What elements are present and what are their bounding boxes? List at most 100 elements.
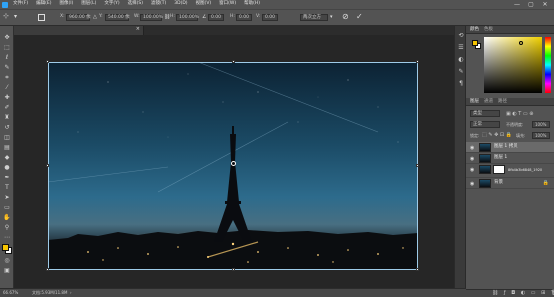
lock-icons[interactable]: ⬚ ✎ ✥ ⊡ 🔒 [482,133,512,138]
commit-icon[interactable]: ✓ [356,13,363,21]
menu-3d[interactable]: 3D(D) [174,2,187,7]
color-panel-foreground[interactable] [472,40,478,46]
menu-window[interactable]: 窗口(W) [219,2,236,7]
transform-handle-r[interactable] [416,164,419,167]
swatches-tab[interactable]: 色板 [484,27,493,33]
color-picker-field[interactable] [484,37,542,93]
document-tab[interactable]: paris 1245970_1920.jpg @ 66.7% (图层 1 拷贝,… [14,26,144,44]
menu-type[interactable]: 文字(Y) [104,2,119,7]
channels-tab[interactable]: 通道 [484,99,493,105]
status-arrow-icon[interactable]: › [70,291,72,295]
opacity-input[interactable]: 100% [532,121,550,128]
gradient-tool-icon[interactable]: ▤ [3,144,11,152]
width-input[interactable]: 100.00% [140,14,163,21]
crop-tool-icon[interactable]: ⌗ [3,74,11,82]
x-input[interactable]: 960.00 像 [66,14,91,21]
transform-handle-br[interactable] [416,268,419,271]
transform-handle-t[interactable] [232,60,235,63]
menu-image[interactable]: 图像(I) [59,2,73,7]
layer-name[interactable]: 8fb4b3b6848_1920 [508,168,542,173]
minimize-button[interactable]: — [510,1,524,8]
shape-tool-icon[interactable]: ▭ [3,204,11,212]
cancel-icon[interactable]: ⊘ [342,13,349,21]
paragraph-panel-icon[interactable]: ¶ [457,80,465,88]
chevron-down-icon[interactable]: ▾ [330,15,333,20]
eraser-icon[interactable]: ◫ [3,134,11,142]
visibility-eye-icon[interactable]: ◉ [470,181,474,187]
zoom-level[interactable]: 66.67% [3,291,18,295]
menu-select[interactable]: 选择(S) [128,2,143,7]
maximize-button[interactable]: ▢ [524,1,538,8]
visibility-eye-icon[interactable]: ◉ [470,167,474,173]
layer-name[interactable]: 背景 [494,180,503,186]
hand-tool-icon[interactable]: ✋ [3,214,11,222]
pen-tool-icon[interactable]: ✒ [3,174,11,182]
type-tool-icon[interactable]: T [3,184,11,192]
layer-row-background[interactable]: ◉ 背景 🔒 [466,178,554,189]
fill-input[interactable]: 100% [532,132,550,139]
hue-slider[interactable] [545,37,551,93]
paths-tab[interactable]: 路径 [498,99,507,105]
layer-name[interactable]: 图层 1 [494,155,507,161]
layer-kind-filter[interactable]: 类型 [470,110,500,117]
layer-mask-thumbnail[interactable] [493,165,505,174]
layer-name[interactable]: 图层 1 拷贝 [494,144,518,150]
color-picker-cursor[interactable] [519,41,523,45]
filter-icons[interactable]: ▣ ◐ T ▭ ⊕ [506,112,533,117]
transform-handle-b[interactable] [232,268,235,271]
color-tab[interactable]: 颜色 [470,27,479,33]
eyedropper-icon[interactable]: ⁄ [3,84,11,92]
path-select-icon[interactable]: ➤ [3,194,11,202]
marquee-tool-icon[interactable]: ⬚ [3,44,11,52]
adjustments-panel-icon[interactable]: ◐ [457,56,465,64]
history-brush-icon[interactable]: ↺ [3,124,11,132]
menu-file[interactable]: 文件(F) [13,2,28,7]
move-tool-icon[interactable]: ✥ [3,34,11,42]
menu-filter[interactable]: 滤镜(T) [151,2,166,7]
history-panel-icon[interactable]: ⟲ [457,32,465,40]
transform-bounding-box[interactable] [48,62,418,270]
angle-input[interactable]: 0.00 [208,14,224,21]
canvas-area[interactable] [14,35,454,288]
menu-layer[interactable]: 图层(L) [81,2,96,7]
quick-select-icon[interactable]: ✎ [3,64,11,72]
brush-tool-icon[interactable]: ✐ [3,104,11,112]
layers-tab[interactable]: 图层 [470,99,479,105]
height-input[interactable]: 100.00% [176,14,199,21]
layer-row-smart[interactable]: ◉ 8fb4b3b6848_1920 [466,164,554,178]
close-tab-icon[interactable]: × [136,27,140,32]
quick-mask-icon[interactable]: ◎ [3,257,11,265]
screen-mode-icon[interactable]: ▣ [3,267,11,275]
layer-row-layer1[interactable]: ◉ 图层 1 [466,153,554,164]
interpolation-select[interactable]: 两次立方 [300,14,328,21]
transform-handle-l[interactable] [46,164,49,167]
close-window-button[interactable]: ✕ [538,1,552,8]
menu-edit[interactable]: 编辑(E) [36,2,51,7]
menu-view[interactable]: 视图(V) [196,2,212,7]
clone-stamp-icon[interactable]: ♜ [3,114,11,122]
dodge-tool-icon[interactable]: ● [3,164,11,172]
visibility-eye-icon[interactable]: ◉ [470,156,474,162]
more-tools-icon[interactable]: ⋯ [3,234,11,242]
y-input[interactable]: 540.00 像 [105,14,130,21]
transform-center-point[interactable] [231,161,236,166]
brush-panel-icon[interactable]: ✎ [457,68,465,76]
document-info[interactable]: 文档:5.93M/11.8M [32,291,67,295]
menu-help[interactable]: 帮助(H) [244,2,260,7]
blur-tool-icon[interactable]: ◆ [3,154,11,162]
layer-footer-icons[interactable]: ⛓ ƒ ◘ ◐ ▭ ⊞ 🗑 [492,291,554,296]
visibility-eye-icon[interactable]: ◉ [470,145,474,151]
healing-brush-icon[interactable]: ✚ [3,94,11,102]
vskew-input[interactable]: 0.00 [262,14,278,21]
tool-preset-dropdown-icon[interactable]: ▾ [14,14,17,20]
zoom-tool-icon[interactable]: ⚲ [3,224,11,232]
lasso-tool-icon[interactable]: ℓ [3,54,11,62]
blend-mode-select[interactable]: 正常 [470,121,500,128]
properties-panel-icon[interactable]: ☰ [457,44,465,52]
hskew-input[interactable]: 0.00 [236,14,252,21]
foreground-color-swatch[interactable] [2,244,9,251]
delta-icon[interactable]: △ [93,15,97,20]
reference-point-icon[interactable] [38,14,45,21]
transform-handle-tr[interactable] [416,60,419,63]
transform-handle-bl[interactable] [46,268,49,271]
